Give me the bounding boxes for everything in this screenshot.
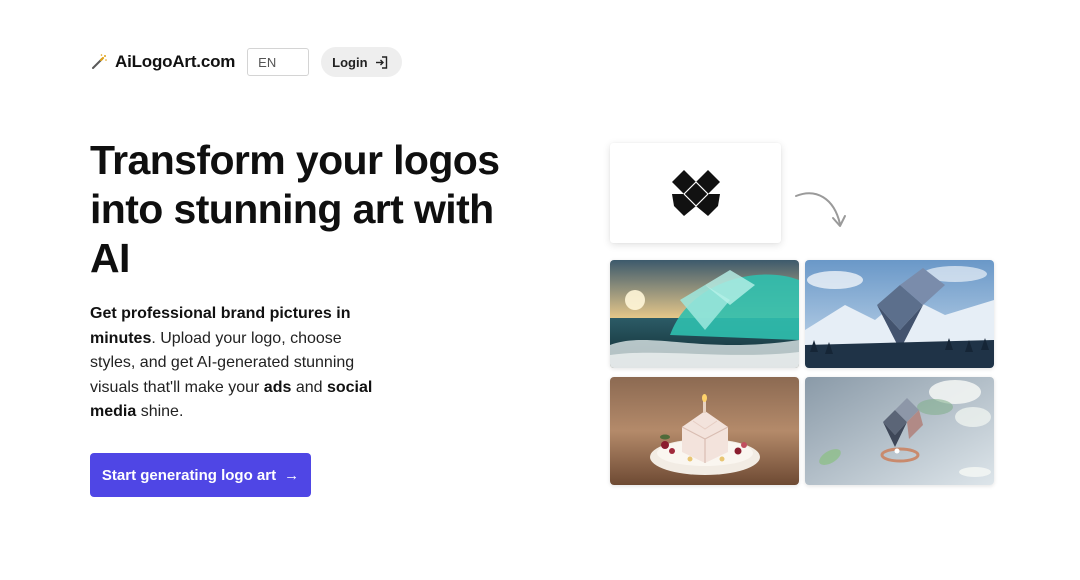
hero-description: Get professional brand pictures in minut…: [90, 302, 390, 425]
cake-logo-art[interactable]: [610, 377, 799, 485]
geometric-logo-image: [671, 170, 720, 216]
login-arrow-icon: [375, 55, 387, 69]
brand-link[interactable]: AiLogoArt.com: [90, 52, 235, 72]
language-select[interactable]: EN: [247, 48, 310, 76]
crystal-ring-logo-art[interactable]: [805, 377, 994, 485]
ocean-wave-logo-art[interactable]: [610, 260, 799, 368]
login-label: Login: [332, 54, 368, 70]
start-generating-button[interactable]: Start generating logo art →: [90, 453, 311, 497]
curved-arrow-icon: [795, 192, 846, 227]
magic-wand-icon: [92, 54, 107, 69]
description-text-3: shine.: [136, 403, 184, 420]
brand-name: AiLogoArt.com: [115, 52, 236, 71]
landing-page: AiLogoArt.com EN Login Transform your lo…: [0, 0, 1080, 580]
arrow-right-icon: →: [284, 466, 300, 484]
hero-headline: Transform your logos into stunning art w…: [90, 137, 500, 281]
source-logo-card: [610, 143, 781, 243]
snowy-mountain-logo-art[interactable]: [805, 260, 994, 368]
description-text-2: and: [291, 378, 327, 396]
login-button[interactable]: Login: [321, 47, 402, 77]
cta-label: Start generating logo art: [101, 466, 277, 484]
header: AiLogoArt.com EN Login: [90, 46, 402, 78]
description-bold-2: ads: [263, 378, 292, 396]
